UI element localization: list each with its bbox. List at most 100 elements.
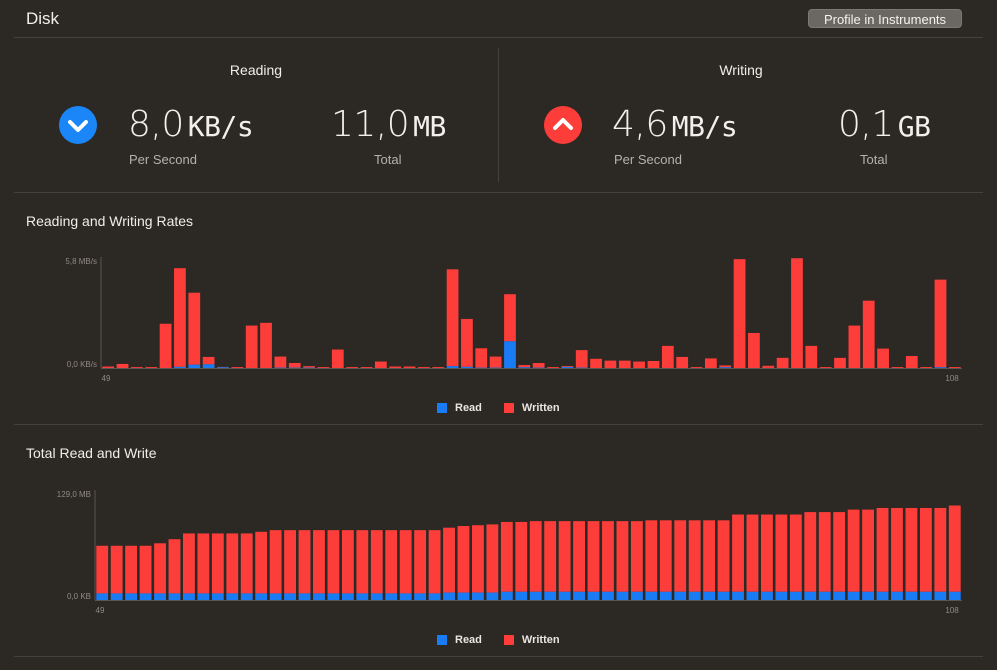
bar-read xyxy=(688,591,701,600)
bar-read xyxy=(385,593,398,600)
divider xyxy=(498,48,499,182)
bar-written xyxy=(500,521,513,592)
bar-written xyxy=(317,367,330,368)
bar-read xyxy=(96,593,109,600)
bar-written xyxy=(504,294,516,342)
bar-written xyxy=(934,507,947,592)
bar-read xyxy=(202,364,215,368)
bar-read xyxy=(125,593,138,600)
bar-written xyxy=(919,507,932,592)
bar-read xyxy=(891,591,903,600)
bar-written xyxy=(102,366,115,368)
legend-label-read: Read xyxy=(455,634,482,646)
bar-written xyxy=(618,360,631,368)
bar-read xyxy=(504,341,516,368)
bar-read xyxy=(934,591,947,600)
bar-read xyxy=(341,593,354,600)
bar-written xyxy=(489,356,502,368)
bar-written xyxy=(475,348,488,368)
bar-written xyxy=(659,520,672,592)
bar-written xyxy=(341,530,354,594)
reading-icon-circle xyxy=(59,106,97,144)
bar-written xyxy=(688,520,701,592)
bar-written xyxy=(762,365,775,368)
bar-written xyxy=(183,533,195,594)
legend-item-written: Written xyxy=(503,402,560,414)
bar-read xyxy=(645,591,658,600)
bar-written xyxy=(761,514,773,592)
bar-written xyxy=(847,509,860,592)
legend-swatch-read xyxy=(437,403,447,413)
bar-read xyxy=(616,591,629,600)
bar-written xyxy=(948,367,961,368)
bar-read xyxy=(486,592,499,600)
bar-written xyxy=(399,530,412,594)
bar-written xyxy=(604,360,617,368)
bar-written xyxy=(948,505,961,592)
bar-written xyxy=(356,530,369,594)
reading-per-second-label: Per Second xyxy=(129,152,197,167)
bar-written xyxy=(547,367,559,368)
bar-written xyxy=(732,514,744,592)
bar-written xyxy=(110,545,123,594)
bar-written xyxy=(647,360,660,368)
reading-total-label: Total xyxy=(374,152,402,167)
bar-read xyxy=(472,592,484,600)
bar-read xyxy=(240,593,253,600)
bar-read xyxy=(703,591,716,600)
bar-written xyxy=(197,533,210,594)
bar-read xyxy=(804,591,817,600)
bar-written xyxy=(575,350,588,368)
reading-per-second-unit: KB/s xyxy=(187,110,254,143)
bar-written xyxy=(226,533,239,594)
bar-written xyxy=(298,530,311,594)
bar-written xyxy=(690,367,703,368)
bar-read xyxy=(284,593,296,600)
bar-written xyxy=(486,524,499,593)
bar-read xyxy=(217,367,229,368)
reading-heading: Reading xyxy=(229,62,283,78)
bar-written xyxy=(587,521,600,592)
bar-written xyxy=(630,521,643,592)
bar-read xyxy=(789,591,802,600)
reading-total-number: 11,0 xyxy=(331,104,410,145)
bar-written xyxy=(457,526,470,593)
writing-heading: Writing xyxy=(719,62,763,78)
bar-read xyxy=(573,591,585,600)
bar-written xyxy=(590,358,602,368)
bar-written xyxy=(116,363,129,368)
bar-read xyxy=(746,591,759,600)
legend-label-read: Read xyxy=(455,402,482,414)
bar-written xyxy=(862,509,874,592)
profile-in-instruments-button[interactable]: Profile in Instruments xyxy=(808,9,962,28)
bar-written xyxy=(717,520,730,592)
totals-chart-legend: Read Written xyxy=(437,634,582,646)
legend-item-read: Read xyxy=(437,402,482,414)
bar-written xyxy=(704,358,717,368)
bar-written xyxy=(558,521,571,592)
reading-per-second-value: 8,0 KB/s xyxy=(128,104,254,145)
bar-written xyxy=(446,269,459,367)
bar-written xyxy=(905,507,918,592)
bar-written xyxy=(202,356,215,365)
bar-read xyxy=(775,591,788,600)
bar-read xyxy=(833,591,846,600)
bar-read xyxy=(561,366,574,368)
bar-written xyxy=(245,325,258,368)
bar-written xyxy=(645,520,658,592)
bar-written xyxy=(633,361,646,368)
bar-written xyxy=(529,521,542,592)
bar-written xyxy=(544,521,557,592)
legend-item-written: Written xyxy=(503,634,560,646)
bar-written xyxy=(515,521,528,592)
bar-written xyxy=(389,366,402,368)
bar-written xyxy=(661,345,674,368)
bar-read xyxy=(905,591,918,600)
bar-read xyxy=(446,366,459,368)
bar-read xyxy=(659,591,672,600)
bar-written xyxy=(260,322,272,368)
bar-written xyxy=(602,521,614,592)
bar-written xyxy=(370,530,383,594)
y-tick-label-max: 129,0 MB xyxy=(57,490,91,499)
bar-read xyxy=(197,593,210,600)
